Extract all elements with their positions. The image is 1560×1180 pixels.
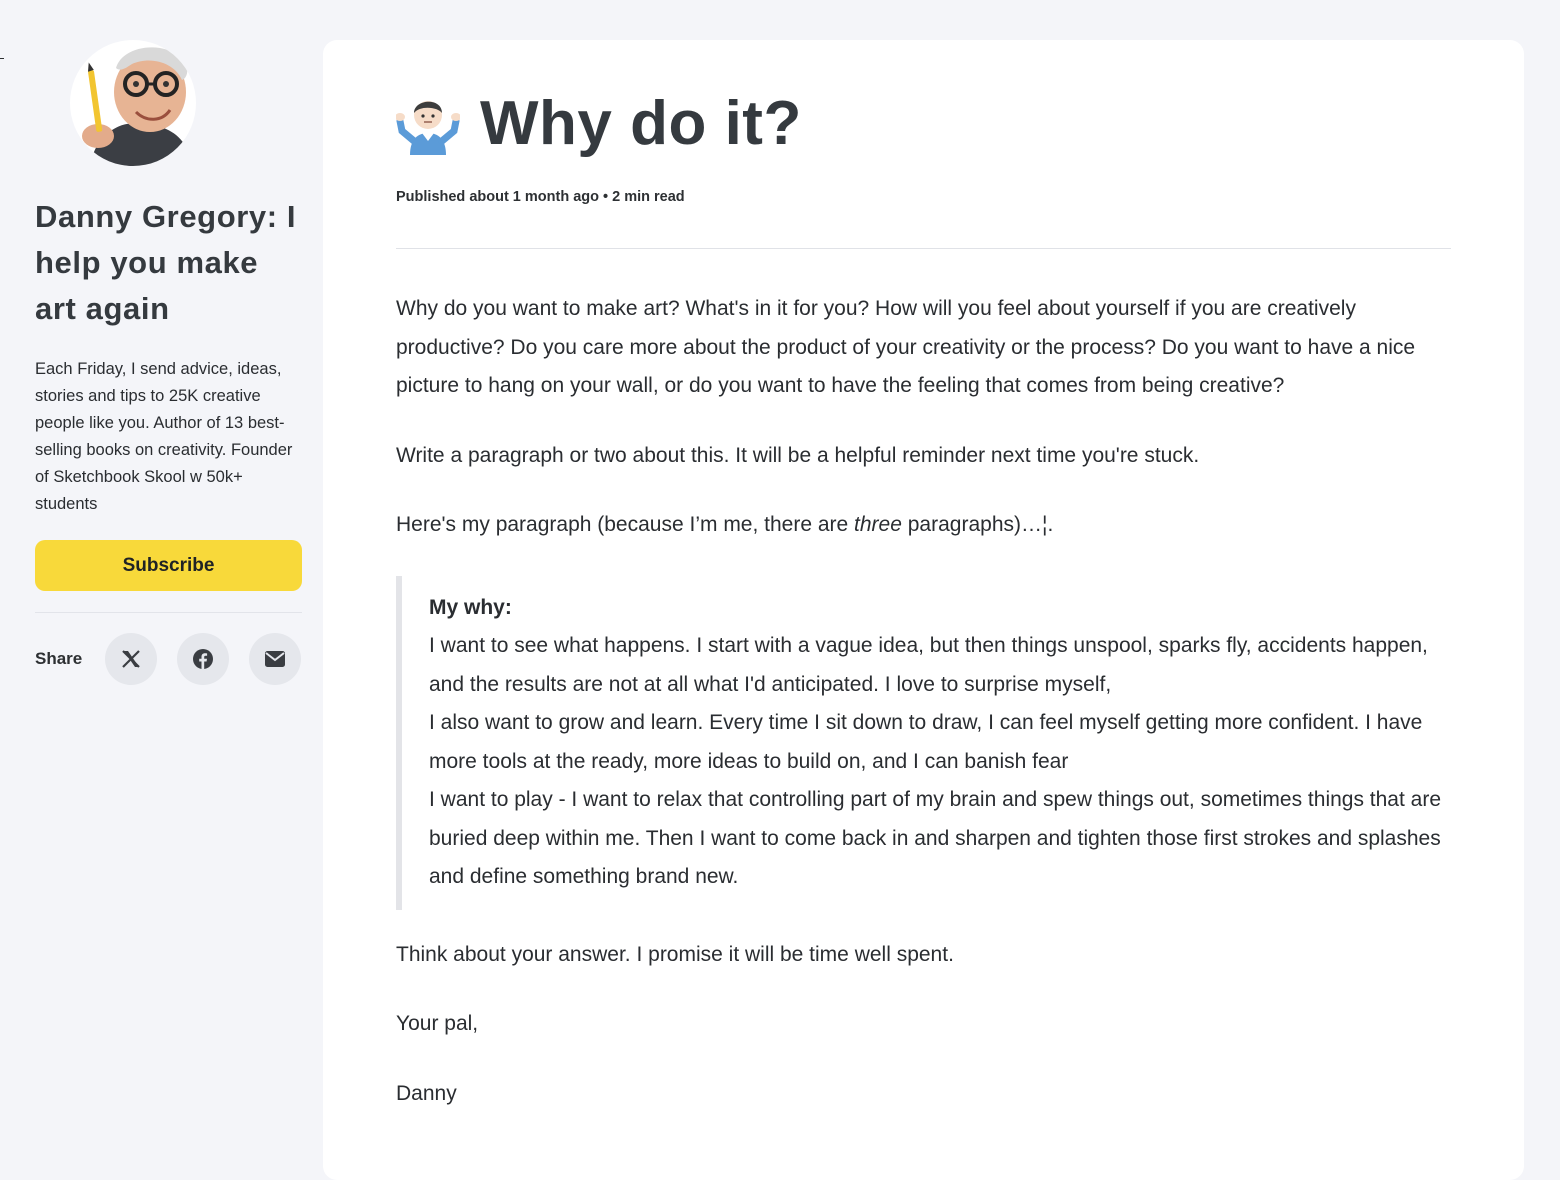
subscribe-button[interactable]: Subscribe — [35, 540, 302, 591]
emphasis-text: three — [854, 513, 902, 536]
signature: Danny — [396, 1081, 457, 1105]
title-row: Why do it? — [396, 88, 1451, 158]
paragraph: Here's my paragraph (because I’m me, the… — [396, 506, 1451, 545]
facebook-icon — [193, 649, 213, 669]
post-card: Why do it? Published about 1 month ago •… — [323, 40, 1524, 1180]
blockquote: My why: I want to see what happens. I st… — [396, 575, 1451, 910]
post-title: Why do it? — [480, 88, 802, 158]
avatar — [70, 40, 196, 166]
share-facebook-button[interactable] — [177, 633, 229, 685]
post-content: Why do it? Published about 1 month ago •… — [396, 40, 1451, 1113]
signoff: Your pal, — [396, 1012, 479, 1035]
email-icon — [265, 651, 285, 667]
paragraph-text: Here's my paragraph (because I’m me, the… — [396, 513, 855, 536]
edge-mark — [0, 58, 4, 59]
author-bio: Each Friday, I send advice, ideas, stori… — [35, 360, 293, 513]
quote-heading: My why: — [429, 595, 512, 619]
sidebar-divider — [35, 612, 302, 613]
paragraph: Write a paragraph or two about this. It … — [396, 443, 1200, 467]
post-divider — [396, 248, 1451, 249]
share-x-button[interactable] — [105, 633, 157, 685]
paragraph: Think about your answer. I promise it wi… — [396, 942, 954, 966]
share-label: Share — [35, 649, 83, 668]
post-meta: Published about 1 month ago • 2 min read — [396, 189, 685, 205]
sidebar: Danny Gregory: I help you make art again… — [35, 40, 302, 685]
author-name: Danny Gregory: I help you make art again — [35, 199, 297, 326]
paragraph: Why do you want to make art? What's in i… — [396, 297, 1416, 397]
share-email-button[interactable] — [249, 633, 301, 685]
quote-line: I want to see what happens. I start with… — [429, 634, 1428, 696]
quote-line: I want to play - I want to relax that co… — [429, 788, 1442, 888]
paragraph-text: paragraphs)…¦. — [901, 513, 1054, 536]
x-icon — [122, 650, 140, 668]
person-shrugging-emoji — [396, 101, 460, 155]
quote-line: I also want to grow and learn. Every tim… — [429, 711, 1423, 773]
share-row: Share — [35, 633, 302, 685]
